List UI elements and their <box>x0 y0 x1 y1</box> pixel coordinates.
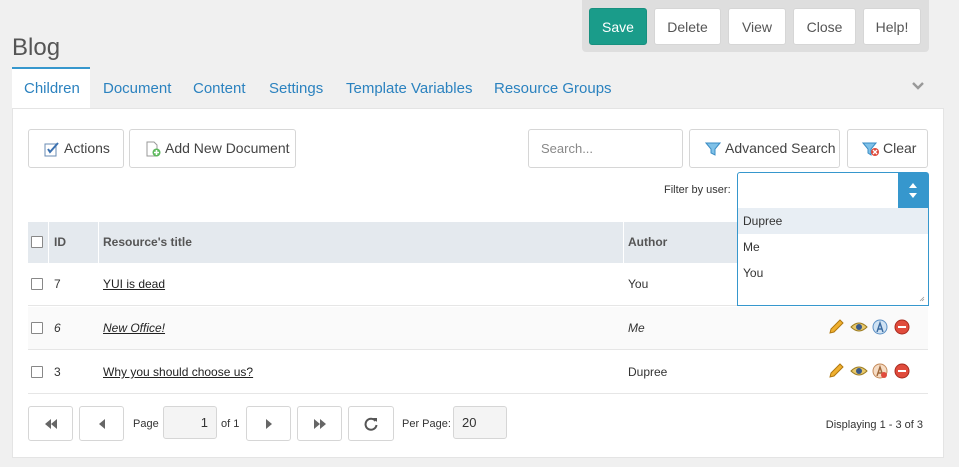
view-eye-icon[interactable] <box>850 319 868 335</box>
checklist-icon <box>44 142 59 157</box>
funnel-icon <box>705 142 721 156</box>
action-bar: Save Delete View Close Help! <box>582 0 929 52</box>
row-title-link[interactable]: YUI is dead <box>103 263 165 305</box>
close-button[interactable]: Close <box>793 8 856 45</box>
tab-content[interactable]: Content <box>181 67 258 109</box>
add-new-document-button[interactable]: Add New Document <box>129 129 296 168</box>
filter-option-dupree[interactable]: Dupree <box>738 208 928 234</box>
view-button[interactable]: View <box>728 8 786 45</box>
resize-grip-icon[interactable] <box>919 296 925 302</box>
filter-option-me[interactable]: Me <box>738 234 928 260</box>
delete-icon[interactable] <box>894 363 910 379</box>
row-id: 6 <box>54 321 61 335</box>
page-title: Blog <box>12 34 61 62</box>
first-page-button[interactable] <box>28 406 73 441</box>
row-author: Dupree <box>628 365 668 379</box>
advanced-search-label: Advanced Search <box>725 140 836 156</box>
clear-filter-button[interactable]: Clear <box>847 129 928 168</box>
tab-settings[interactable]: Settings <box>257 67 335 109</box>
new-document-icon <box>146 141 161 157</box>
delete-icon[interactable] <box>894 319 910 335</box>
filter-by-user-label: Filter by user: <box>664 184 731 196</box>
edit-pencil-icon[interactable] <box>828 363 844 379</box>
previous-page-button[interactable] <box>79 406 124 441</box>
column-header-author[interactable]: Author <box>628 222 667 263</box>
sort-arrows-icon <box>909 183 917 198</box>
filter-dropdown-trigger[interactable] <box>898 173 928 208</box>
row-checkbox[interactable] <box>31 278 43 290</box>
filter-option-you[interactable]: You <box>738 260 928 286</box>
double-chevron-left-icon <box>44 418 57 429</box>
row-id: 7 <box>54 277 61 291</box>
per-page-label: Per Page: <box>402 418 451 430</box>
chevron-down-icon[interactable] <box>910 78 926 94</box>
next-page-button[interactable] <box>246 406 291 441</box>
add-new-document-label: Add New Document <box>165 140 290 156</box>
clear-label: Clear <box>883 140 917 156</box>
publish-icon[interactable] <box>872 319 888 335</box>
row-title-link[interactable]: New Office! <box>103 307 165 349</box>
per-page-input[interactable] <box>453 406 507 439</box>
row-author: Me <box>628 321 645 335</box>
advanced-search-button[interactable]: Advanced Search <box>689 129 840 168</box>
page-number-input[interactable] <box>163 406 217 439</box>
filter-by-user-select[interactable] <box>737 172 929 209</box>
tab-bar: Children Document Content Settings Templ… <box>12 67 944 109</box>
double-chevron-right-icon <box>313 418 326 429</box>
refresh-button[interactable] <box>348 406 394 441</box>
filter-by-user-options: Dupree Me You <box>737 208 929 306</box>
tab-resource-groups[interactable]: Resource Groups <box>482 67 624 109</box>
tab-template-variables[interactable]: Template Variables <box>334 67 484 109</box>
actions-label: Actions <box>64 140 110 156</box>
clear-filter-icon <box>862 142 879 156</box>
edit-pencil-icon[interactable] <box>828 319 844 335</box>
displaying-summary: Displaying 1 - 3 of 3 <box>825 419 923 431</box>
help-button[interactable]: Help! <box>863 8 921 45</box>
page-label: Page <box>133 418 159 430</box>
column-header-id[interactable]: ID <box>54 222 66 263</box>
column-header-title[interactable]: Resource's title <box>103 222 192 263</box>
row-actions <box>828 363 918 381</box>
delete-button[interactable]: Delete <box>654 8 721 45</box>
table-row[interactable]: 3 Why you should choose us? Dupree <box>28 351 928 394</box>
select-all-checkbox[interactable] <box>31 236 43 248</box>
last-page-button[interactable] <box>297 406 342 441</box>
children-panel: Actions Add New Document Advanced Search… <box>12 108 944 458</box>
row-checkbox[interactable] <box>31 366 43 378</box>
save-button[interactable]: Save <box>589 8 647 45</box>
table-row[interactable]: 6 New Office! Me <box>28 307 928 350</box>
row-actions <box>828 319 918 337</box>
tab-children[interactable]: Children <box>12 67 90 109</box>
row-title-link[interactable]: Why you should choose us? <box>103 351 253 393</box>
row-author: You <box>628 277 649 291</box>
row-checkbox[interactable] <box>31 322 43 334</box>
page-count-label: of 1 <box>221 418 240 430</box>
view-eye-icon[interactable] <box>850 363 868 379</box>
actions-button[interactable]: Actions <box>28 129 124 168</box>
unpublish-icon[interactable] <box>872 363 888 379</box>
chevron-left-icon <box>98 418 105 429</box>
tab-document[interactable]: Document <box>91 67 183 109</box>
refresh-icon <box>364 417 378 431</box>
search-input[interactable] <box>528 129 683 168</box>
row-id: 3 <box>54 365 61 379</box>
chevron-right-icon <box>265 418 272 429</box>
